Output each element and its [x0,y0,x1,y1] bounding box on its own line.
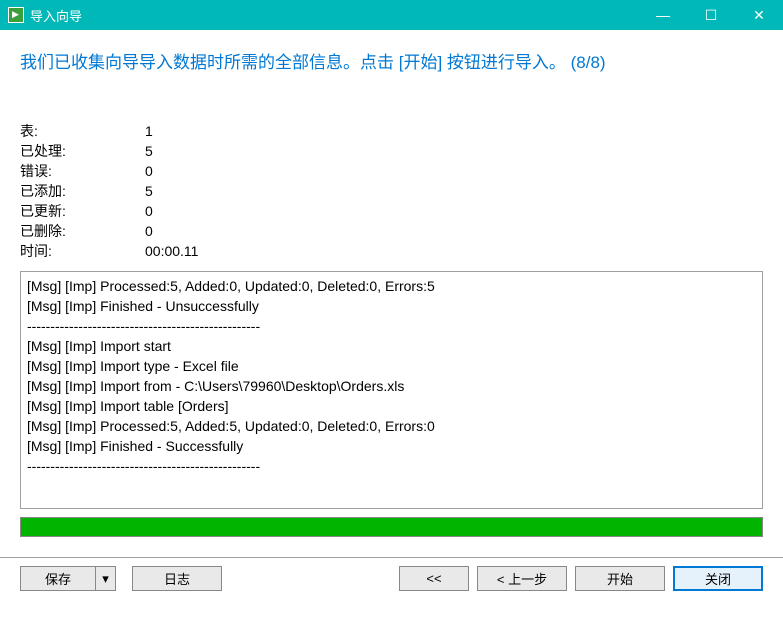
window-controls: — ☐ ✕ [639,0,783,30]
log-line: [Msg] [Imp] Finished - Unsuccessfully [27,296,756,316]
wizard-heading: 我们已收集向导导入数据时所需的全部信息。点击 [开始] 按钮进行导入。 (8/8… [20,48,763,73]
log-line: [Msg] [Imp] Import start [27,336,756,356]
stat-label: 已添加: [20,181,145,201]
start-button[interactable]: 开始 [575,566,665,591]
content-area: 我们已收集向导导入数据时所需的全部信息。点击 [开始] 按钮进行导入。 (8/8… [0,30,783,537]
stat-label: 已删除: [20,221,145,241]
stat-value: 00:00.11 [145,241,198,261]
stat-value: 5 [145,181,153,201]
stat-value: 0 [145,161,153,181]
save-button[interactable]: 保存 [20,566,96,591]
stat-row-time: 时间:00:00.11 [20,241,763,261]
stat-label: 已更新: [20,201,145,221]
stat-label: 错误: [20,161,145,181]
log-line: [Msg] [Imp] Finished - Successfully [27,436,756,456]
log-line: [Msg] [Imp] Import from - C:\Users\79960… [27,376,756,396]
titlebar: 导入向导 — ☐ ✕ [0,0,783,30]
log-line: [Msg] [Imp] Processed:5, Added:5, Update… [27,416,756,436]
log-line: ----------------------------------------… [27,316,756,336]
log-line: [Msg] [Imp] Processed:5, Added:0, Update… [27,276,756,296]
close-window-button[interactable]: ✕ [735,0,783,30]
stat-value: 1 [145,121,153,141]
stat-row-processed: 已处理:5 [20,141,763,161]
stat-row-deleted: 已删除:0 [20,221,763,241]
progress-bar [20,517,763,537]
minimize-button[interactable]: — [639,0,687,30]
close-button[interactable]: 关闭 [673,566,763,591]
maximize-button[interactable]: ☐ [687,0,735,30]
window-title: 导入向导 [30,6,639,25]
app-icon [8,7,24,23]
stat-row-updated: 已更新:0 [20,201,763,221]
log-line: [Msg] [Imp] Import type - Excel file [27,356,756,376]
first-button[interactable]: << [399,566,469,591]
stat-value: 0 [145,221,153,241]
stat-row-errors: 错误:0 [20,161,763,181]
stat-label: 表: [20,121,145,141]
log-line: ----------------------------------------… [27,456,756,476]
stat-value: 0 [145,201,153,221]
log-textarea[interactable]: [Msg] [Imp] Processed:5, Added:0, Update… [20,271,763,509]
log-button[interactable]: 日志 [132,566,222,591]
stat-value: 5 [145,141,153,161]
log-line: [Msg] [Imp] Import table [Orders] [27,396,756,416]
save-dropdown-button[interactable]: ▾ [96,566,116,591]
stats-table: 表:1 已处理:5 错误:0 已添加:5 已更新:0 已删除:0 时间:00:0… [20,121,763,261]
stat-label: 时间: [20,241,145,261]
button-bar: 保存 ▾ 日志 << < 上一步 开始 关闭 [0,558,783,599]
prev-button[interactable]: < 上一步 [477,566,567,591]
stat-row-added: 已添加:5 [20,181,763,201]
stat-row-tables: 表:1 [20,121,763,141]
stat-label: 已处理: [20,141,145,161]
